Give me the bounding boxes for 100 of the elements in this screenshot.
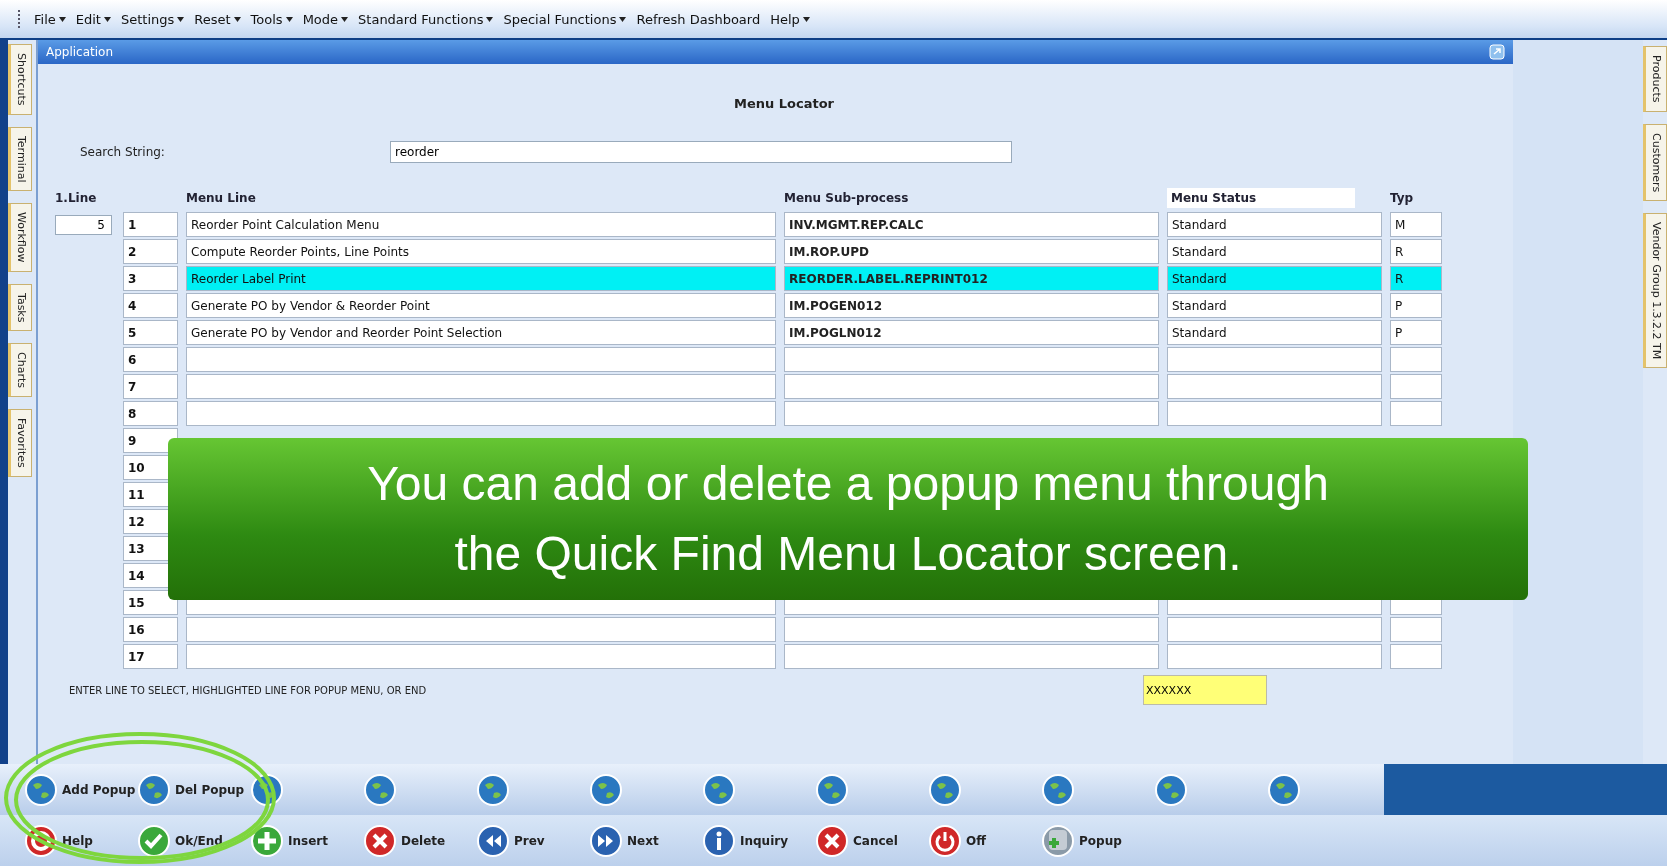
function-button[interactable]: Popup [1041,823,1154,858]
status-cell[interactable]: Standard [1167,239,1382,264]
search-label: Search String: [79,145,166,159]
line-number[interactable]: 9 [123,428,178,453]
function-button[interactable]: Next [589,823,702,858]
status-cell[interactable]: Standard [1167,320,1382,345]
function-button[interactable]: Delete [363,823,476,858]
menu-line-cell[interactable] [186,347,776,372]
function-button[interactable]: Help [24,823,137,858]
type-cell[interactable] [1390,617,1442,642]
type-cell[interactable] [1390,347,1442,372]
side-tab[interactable]: Favorites [8,409,32,477]
status-cell[interactable]: Standard [1167,212,1382,237]
sub-process-cell[interactable]: IM.POGLN012 [784,320,1159,345]
restore-icon[interactable] [1489,44,1505,60]
menu-item[interactable]: Edit [71,9,115,29]
side-tab[interactable]: Vendor Group 1.3.2.2 TM [1643,212,1667,368]
side-tab[interactable]: Terminal [8,126,32,192]
caret-icon [103,16,111,22]
side-tab[interactable]: Workflow [8,203,32,272]
menu-line-cell[interactable]: Generate PO by Vendor and Reorder Point Selection [186,320,776,345]
menu-line-cell[interactable]: Reorder Label Print [186,266,776,291]
status-cell[interactable] [1167,374,1382,399]
type-cell[interactable] [1390,374,1442,399]
status-cell[interactable] [1167,347,1382,372]
menu-item[interactable]: Help [766,9,814,29]
menu-item[interactable]: Mode [298,9,353,29]
side-tab[interactable]: Products [1643,46,1667,112]
sub-process-cell[interactable] [784,374,1159,399]
line-number[interactable]: 7 [123,374,178,399]
side-tab[interactable]: Customers [1643,123,1667,201]
function-button[interactable]: Del Popup [137,772,250,807]
menu-line-cell[interactable] [186,401,776,426]
function-button[interactable]: Add Popup [24,772,137,807]
sub-process-cell[interactable] [784,347,1159,372]
side-tab[interactable]: Shortcuts [8,44,32,115]
menu-line-cell[interactable]: Generate PO by Vendor & Reorder Point [186,293,776,318]
type-cell[interactable] [1390,644,1442,669]
menu-line-cell[interactable] [186,644,776,669]
line-number[interactable]: 2 [123,239,178,264]
type-cell[interactable] [1390,401,1442,426]
globe-icon [1041,772,1075,807]
caret-icon [233,16,241,22]
menu-item[interactable]: Standard Functions [354,9,498,29]
type-cell[interactable]: R [1390,266,1442,291]
sub-process-cell[interactable]: INV.MGMT.REP.CALC [784,212,1159,237]
menu-item[interactable]: File [30,9,70,29]
line-number[interactable]: 17 [123,644,178,669]
status-cell[interactable] [1167,401,1382,426]
caret-icon [177,16,185,22]
caret-icon [285,16,293,22]
function-button[interactable]: Ok/End [137,823,250,858]
globe-icon [137,772,171,807]
menu-line-cell[interactable]: Compute Reorder Points, Line Points [186,239,776,264]
side-tab[interactable]: Tasks [8,283,32,332]
search-field[interactable]: reorder [390,141,1012,163]
line-number[interactable]: 15 [123,590,178,615]
sub-process-cell[interactable]: IM.POGEN012 [784,293,1159,318]
line-field[interactable]: 5 [55,214,112,235]
checkmark-icon [137,823,171,858]
function-button[interactable]: Off [928,823,1041,858]
menu-item[interactable]: Reset [190,9,245,29]
line-number[interactable]: 6 [123,347,178,372]
menu-item[interactable]: Special Functions [499,9,631,29]
prompt-text: ENTER LINE TO SELECT, HIGHLIGHTED LINE FOR POPUP MENU, OR END [68,684,428,696]
sub-process-cell[interactable] [784,617,1159,642]
command-field[interactable]: XXXXXX [1143,675,1267,705]
globe-icon [815,772,849,807]
menu-item[interactable]: Tools [246,9,297,29]
menu-item[interactable]: Refresh Dashboard [632,9,765,29]
menu-item[interactable]: Settings [116,9,189,29]
status-cell[interactable] [1167,644,1382,669]
type-cell[interactable]: P [1390,320,1442,345]
status-cell[interactable]: Standard [1167,266,1382,291]
menu-line-cell[interactable] [186,374,776,399]
line-number[interactable]: 4 [123,293,178,318]
column-header: Menu Sub-process [784,190,910,205]
function-button[interactable]: Prev [476,823,589,858]
line-number[interactable]: 16 [123,617,178,642]
column-header: 1.Line [55,190,98,205]
type-cell[interactable]: M [1390,212,1442,237]
line-number[interactable]: 5 [123,320,178,345]
sub-process-cell[interactable] [784,644,1159,669]
status-cell[interactable] [1167,617,1382,642]
type-cell[interactable]: R [1390,239,1442,264]
status-cell[interactable]: Standard [1167,293,1382,318]
line-number[interactable]: 8 [123,401,178,426]
function-button[interactable]: Inquiry [702,823,815,858]
menu-line-cell[interactable]: Reorder Point Calculation Menu [186,212,776,237]
side-tab[interactable]: Charts [8,343,32,398]
sub-process-cell[interactable]: REORDER.LABEL.REPRINT012 [784,266,1159,291]
menu-line-cell[interactable] [186,617,776,642]
line-number[interactable]: 3 [123,266,178,291]
function-button[interactable]: Cancel [815,823,928,858]
rewind-icon [476,823,510,858]
type-cell[interactable]: P [1390,293,1442,318]
line-number[interactable]: 1 [123,212,178,237]
function-button[interactable]: Insert [250,823,363,858]
sub-process-cell[interactable] [784,401,1159,426]
sub-process-cell[interactable]: IM.ROP.UPD [784,239,1159,264]
